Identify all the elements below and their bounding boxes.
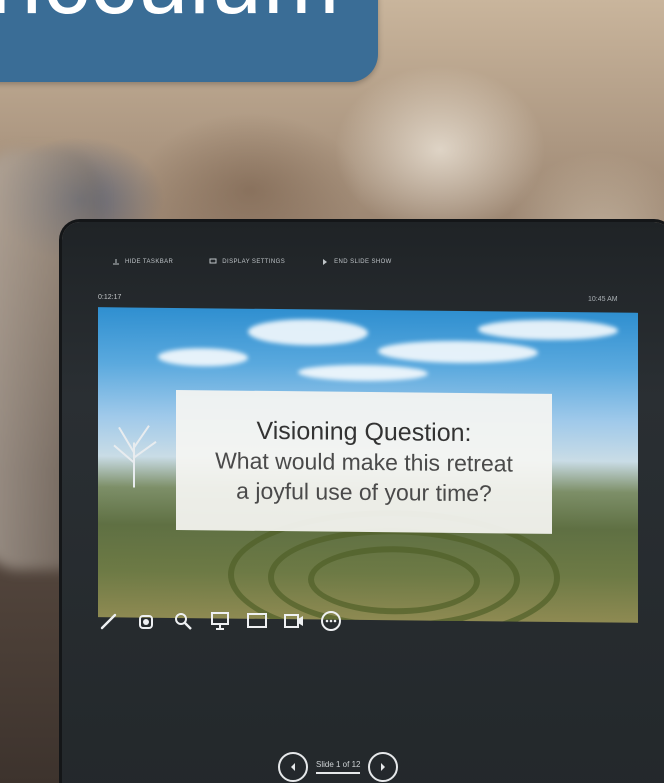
tree-image xyxy=(113,425,157,488)
cloud-shape xyxy=(248,318,368,346)
toolbar-display-settings[interactable]: DISPLAY SETTINGS xyxy=(209,258,285,266)
video-tool[interactable] xyxy=(281,608,307,634)
present-icon xyxy=(211,612,229,630)
slide-line-3: a joyful use of your time? xyxy=(236,477,492,507)
toolbar-end-slide-show[interactable]: END SLIDE SHOW xyxy=(321,258,392,266)
presenter-tools xyxy=(96,608,344,634)
laser-tool[interactable] xyxy=(133,608,159,634)
more-icon xyxy=(321,611,341,631)
video-icon xyxy=(284,614,303,628)
chevron-right-icon xyxy=(381,763,386,771)
screen-icon xyxy=(247,613,267,628)
chevron-left-icon xyxy=(291,763,295,771)
cloud-shape xyxy=(478,319,618,341)
clock-readout: 10:45 AM xyxy=(588,296,618,303)
title-banner: ricculum xyxy=(0,0,378,82)
taskbar-icon xyxy=(113,259,119,265)
slide-text-box: Visioning Question: What would make this… xyxy=(176,389,552,534)
toolbar-label: HIDE TASKBAR xyxy=(125,259,174,265)
slide-navigation: Slide 1 of 12 xyxy=(278,752,399,782)
toolbar-label: END SLIDE SHOW xyxy=(334,259,392,265)
zoom-tool[interactable] xyxy=(170,608,196,634)
pen-tool[interactable] xyxy=(96,608,122,634)
pen-icon xyxy=(100,613,117,630)
background-scene: ricculum HIDE TASKBAR DISPLAY SETTINGS E… xyxy=(0,0,664,783)
slide-title: Visioning Question: xyxy=(256,416,472,448)
cloud-shape xyxy=(378,340,538,364)
current-slide[interactable]: Visioning Question: What would make this… xyxy=(98,307,638,623)
more-tool[interactable] xyxy=(318,608,344,634)
banner-text: ricculum xyxy=(0,0,340,35)
screen-tool[interactable] xyxy=(244,608,270,634)
end-show-icon xyxy=(323,259,328,265)
present-tool[interactable] xyxy=(207,608,233,634)
cloud-shape xyxy=(158,347,248,367)
presenter-toolbar: HIDE TASKBAR DISPLAY SETTINGS END SLIDE … xyxy=(112,258,392,266)
zoom-icon xyxy=(175,613,192,630)
cloud-shape xyxy=(298,364,428,382)
previous-slide-button[interactable] xyxy=(278,752,308,782)
slide-counter: Slide 1 of 12 xyxy=(316,760,361,774)
laser-icon xyxy=(139,615,153,629)
next-slide-button[interactable] xyxy=(368,752,399,782)
toolbar-hide-taskbar[interactable]: HIDE TASKBAR xyxy=(112,258,173,266)
slide-line-2: What would make this retreat xyxy=(215,447,513,477)
display-settings-icon xyxy=(209,258,217,264)
toolbar-label: DISPLAY SETTINGS xyxy=(222,259,286,265)
slide-timer: 0:12:17 xyxy=(98,294,122,301)
